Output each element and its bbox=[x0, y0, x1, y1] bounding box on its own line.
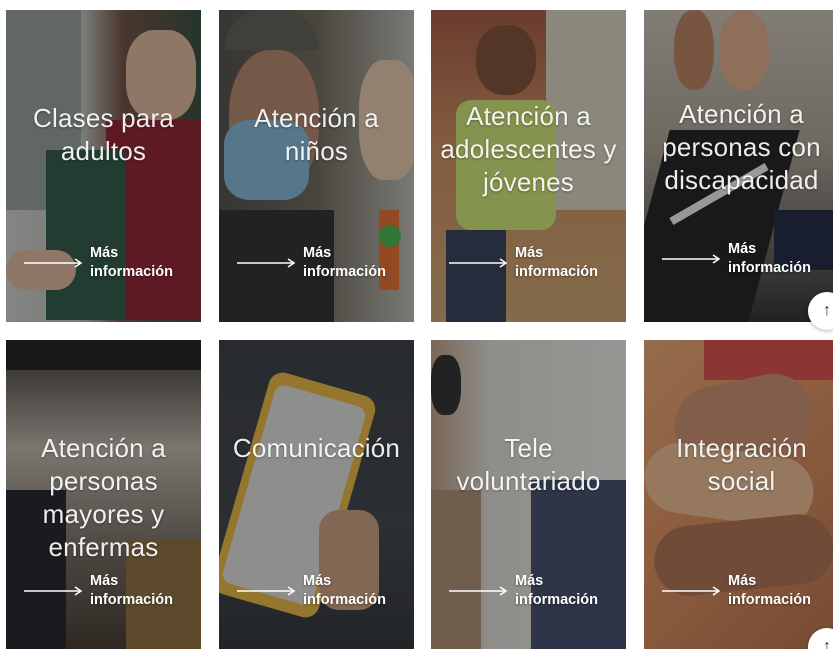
more-info-link[interactable]: Más información bbox=[449, 572, 598, 610]
card-title: Atención a personas con discapacidad bbox=[662, 99, 821, 195]
more-info-link[interactable]: Más información bbox=[449, 244, 598, 282]
card-integracion-social[interactable]: Integración social Más información bbox=[644, 340, 833, 649]
arrow-right-icon bbox=[24, 586, 83, 596]
card-atencion-a-adolescentes-y-jovenes[interactable]: Atención a adolescentes y jóvenes Más in… bbox=[431, 10, 626, 322]
more-info-link[interactable]: Más información bbox=[662, 572, 811, 610]
card-title: Integración social bbox=[676, 433, 807, 496]
card-atencion-a-personas-con-discapacidad[interactable]: Atención a personas con discapacidad Más… bbox=[644, 10, 833, 322]
more-info-link[interactable]: Más información bbox=[662, 240, 811, 278]
program-grid: Clases para adultos Más información Aten… bbox=[0, 0, 833, 649]
card-comunicacion[interactable]: Comunicación Más información bbox=[219, 340, 414, 649]
arrow-right-icon bbox=[449, 586, 508, 596]
more-info-label: Más información bbox=[728, 241, 811, 276]
more-info-label: Más información bbox=[728, 573, 811, 608]
scroll-to-top-button[interactable]: ↑ bbox=[808, 292, 833, 330]
card-clases-para-adultos[interactable]: Clases para adultos Más información bbox=[6, 10, 201, 322]
more-info-link[interactable]: Más información bbox=[24, 572, 173, 610]
arrow-up-icon: ↑ bbox=[823, 302, 831, 319]
arrow-up-icon: ↑ bbox=[823, 638, 831, 649]
arrow-right-icon bbox=[449, 258, 508, 268]
more-info-label: Más información bbox=[515, 245, 598, 280]
card-title: Tele voluntariado bbox=[456, 433, 601, 496]
more-info-label: Más información bbox=[303, 245, 386, 280]
more-info-label: Más información bbox=[515, 573, 598, 608]
card-tele-voluntariado[interactable]: Tele voluntariado Más información bbox=[431, 340, 626, 649]
more-info-link[interactable]: Más información bbox=[237, 572, 386, 610]
card-atencion-a-personas-mayores-y-enfermas[interactable]: Atención a personas mayores y enfermas M… bbox=[6, 340, 201, 649]
card-title: Comunicación bbox=[232, 433, 401, 463]
more-info-label: Más información bbox=[90, 245, 173, 280]
arrow-right-icon bbox=[24, 258, 83, 268]
arrow-right-icon bbox=[662, 586, 721, 596]
more-info-label: Más información bbox=[90, 573, 173, 608]
card-title: Atención a adolescentes y jóvenes bbox=[440, 101, 617, 197]
card-atencion-a-ninos[interactable]: Atención a niños Más información bbox=[219, 10, 414, 322]
arrow-right-icon bbox=[662, 254, 721, 264]
card-title: Atención a personas mayores y enfermas bbox=[41, 433, 166, 562]
more-info-link[interactable]: Más información bbox=[24, 244, 173, 282]
arrow-right-icon bbox=[237, 586, 296, 596]
more-info-link[interactable]: Más información bbox=[237, 244, 386, 282]
more-info-label: Más información bbox=[303, 573, 386, 608]
arrow-right-icon bbox=[237, 258, 296, 268]
card-title: Clases para adultos bbox=[33, 103, 174, 166]
card-title: Atención a niños bbox=[254, 103, 379, 166]
